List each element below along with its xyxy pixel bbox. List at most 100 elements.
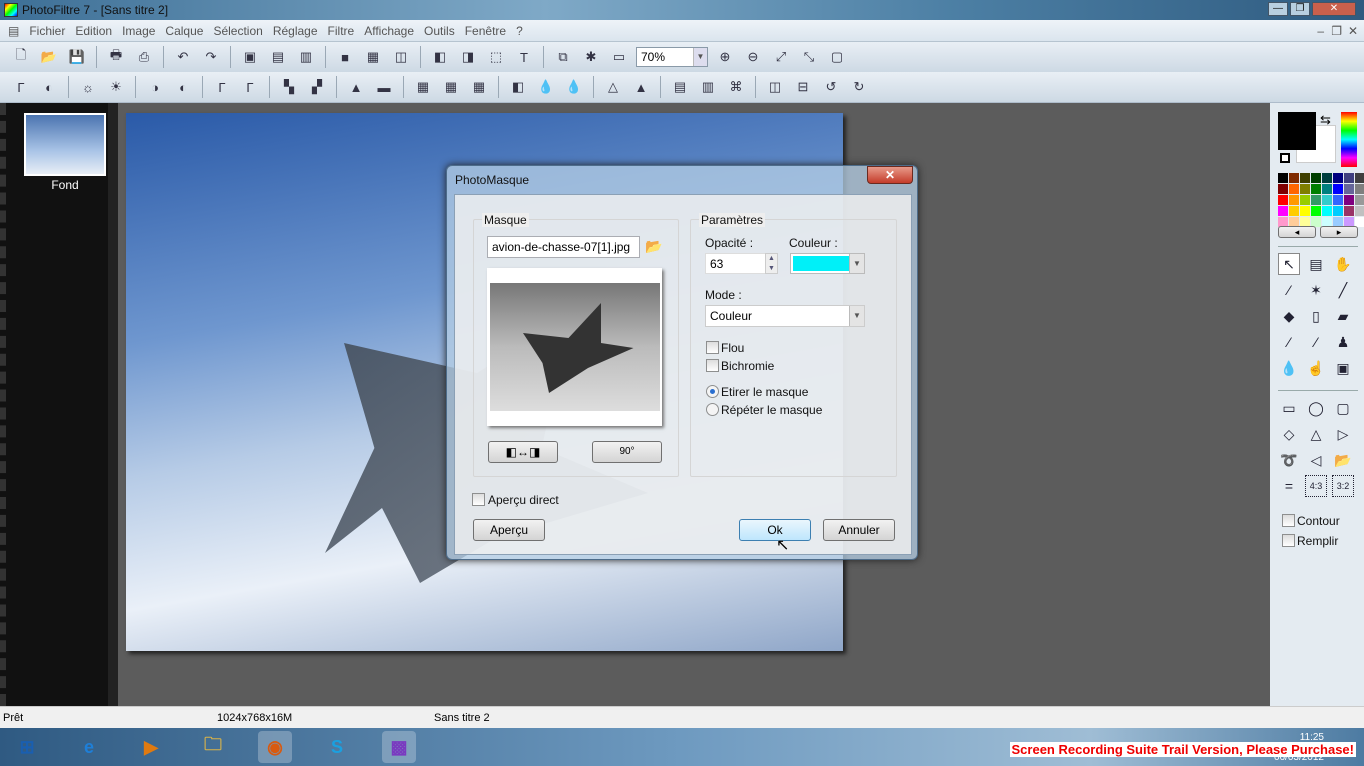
doc-minimize-button[interactable]: – bbox=[1317, 24, 1324, 38]
eyedropper-icon[interactable]: ⁄ bbox=[1278, 279, 1300, 301]
canvas-size-icon[interactable]: ◨ bbox=[457, 46, 479, 68]
palette-swatch[interactable] bbox=[1344, 195, 1354, 205]
ellipse-icon[interactable]: ◯ bbox=[1305, 397, 1327, 419]
fullscreen-icon[interactable]: ▢ bbox=[826, 46, 848, 68]
ratio-free-icon[interactable]: = bbox=[1278, 475, 1300, 497]
foreground-color-swatch[interactable] bbox=[1278, 112, 1316, 150]
mode-dropdown[interactable]: Couleur ▼ bbox=[705, 305, 865, 327]
menu-5[interactable]: Réglage bbox=[268, 20, 323, 42]
flip-v-icon[interactable]: ⊟ bbox=[792, 76, 814, 98]
ratio-43-icon[interactable]: 4:3 bbox=[1305, 475, 1327, 497]
palette-swatch[interactable] bbox=[1311, 173, 1321, 183]
repeat-mask-radio[interactable] bbox=[706, 403, 719, 416]
open-folder-icon[interactable]: 📂 bbox=[645, 238, 662, 255]
rotate-mask-button[interactable]: 90° bbox=[592, 441, 662, 463]
colors-icon[interactable]: ▦ bbox=[362, 46, 384, 68]
blur-icon[interactable]: 💧 bbox=[535, 76, 557, 98]
bichromie-checkbox[interactable] bbox=[706, 359, 719, 372]
paste-new-icon[interactable]: ▤ bbox=[267, 46, 289, 68]
invert-mask-button[interactable]: ◧↔◨ bbox=[488, 441, 558, 463]
color-spectrum[interactable] bbox=[1341, 112, 1357, 167]
eraser-icon[interactable]: ▰ bbox=[1332, 305, 1354, 327]
duplicate-icon[interactable]: ▥ bbox=[295, 46, 317, 68]
new-icon[interactable]: 🗋 bbox=[10, 46, 32, 68]
auto-contrast-icon[interactable]: ◐ bbox=[38, 76, 60, 98]
filmstrip-scrollbar[interactable] bbox=[108, 103, 118, 706]
menu-2[interactable]: Image bbox=[117, 20, 160, 42]
hand-icon[interactable]: ✋ bbox=[1332, 253, 1354, 275]
swap-colors-icon[interactable]: ⇆ bbox=[1320, 112, 1331, 128]
blur-drop-icon[interactable]: 💧 bbox=[1278, 357, 1300, 379]
opacity-spinner[interactable]: ▲ ▼ bbox=[765, 253, 778, 274]
paste-layer-icon[interactable]: ▣ bbox=[239, 46, 261, 68]
palette-swatch[interactable] bbox=[1333, 195, 1343, 205]
palette-swatch[interactable] bbox=[1355, 206, 1364, 216]
zoom-in-icon[interactable]: ⊕ bbox=[714, 46, 736, 68]
layer-thumbnail[interactable] bbox=[24, 113, 106, 176]
minimize-button[interactable]: — bbox=[1268, 2, 1288, 16]
palette-swatch[interactable] bbox=[1300, 195, 1310, 205]
magic-wand-icon[interactable]: ✶ bbox=[1305, 279, 1327, 301]
ok-button[interactable]: Ok bbox=[739, 519, 811, 541]
rectangle-icon[interactable]: ▭ bbox=[1278, 397, 1300, 419]
menu-10[interactable]: ? bbox=[511, 20, 528, 42]
sharpen-more-icon[interactable]: ▲ bbox=[630, 76, 652, 98]
fit-icon[interactable]: ⤢ bbox=[770, 46, 792, 68]
ratio-32-icon[interactable]: 3:2 bbox=[1332, 475, 1354, 497]
mona-lisa-icon[interactable]: ▣ bbox=[1332, 357, 1354, 379]
brush-icon[interactable]: ⁄ bbox=[1278, 331, 1300, 353]
palette-swatch[interactable] bbox=[1300, 173, 1310, 183]
rotate-left-icon[interactable]: ↺ bbox=[820, 76, 842, 98]
palette-swatch[interactable] bbox=[1289, 173, 1299, 183]
crop-selection-icon[interactable]: ⬚ bbox=[485, 46, 507, 68]
plugin-icon[interactable]: ✱ bbox=[580, 46, 602, 68]
undo-icon[interactable]: ↶ bbox=[172, 46, 194, 68]
gradient-icon[interactable]: ■ bbox=[334, 46, 356, 68]
layer-manager-icon[interactable]: ▤ bbox=[1305, 253, 1327, 275]
contrast-minus-icon[interactable]: ◑ bbox=[144, 76, 166, 98]
doc-restore-button[interactable]: ❐ bbox=[1331, 24, 1342, 38]
print-icon[interactable]: 🖶 bbox=[105, 46, 127, 68]
blur-checkbox[interactable] bbox=[706, 341, 719, 354]
palette-swatch[interactable] bbox=[1289, 195, 1299, 205]
color-dropdown[interactable]: ▼ bbox=[790, 253, 865, 274]
menu-4[interactable]: Sélection bbox=[208, 20, 267, 42]
rounded-rect-icon[interactable]: ▢ bbox=[1332, 397, 1354, 419]
menu-0[interactable]: Fichier bbox=[24, 20, 70, 42]
palette-swatch[interactable] bbox=[1355, 195, 1364, 205]
start-icon[interactable]: ⊞ bbox=[10, 731, 44, 763]
explorer-icon[interactable]: ⧉ bbox=[552, 46, 574, 68]
palette-swatch[interactable] bbox=[1333, 173, 1343, 183]
palette-swatch[interactable] bbox=[1289, 184, 1299, 194]
auto-levels-icon[interactable]: Γ bbox=[10, 76, 32, 98]
triangle-right-icon[interactable]: ▷ bbox=[1332, 423, 1354, 445]
diamond-icon[interactable]: ◇ bbox=[1278, 423, 1300, 445]
actual-size-icon[interactable]: ⤡ bbox=[798, 46, 820, 68]
menu-3[interactable]: Calque bbox=[160, 20, 208, 42]
brush-plus-icon[interactable]: ⁄ bbox=[1305, 331, 1327, 353]
palette-swatch[interactable] bbox=[1278, 173, 1288, 183]
stamp-icon[interactable]: ♟ bbox=[1332, 331, 1354, 353]
media-player-icon[interactable]: ▶ bbox=[134, 731, 168, 763]
contour-checkbox[interactable] bbox=[1282, 514, 1295, 527]
triangle-icon[interactable]: △ bbox=[1305, 423, 1327, 445]
maximize-button[interactable]: ❐ bbox=[1290, 2, 1310, 16]
zoom-out-icon[interactable]: ⊖ bbox=[742, 46, 764, 68]
open-shape-icon[interactable]: 📂 bbox=[1332, 449, 1354, 471]
doc-menu-icon[interactable]: ▤ bbox=[0, 20, 24, 42]
select-arrow-icon[interactable]: ↖ bbox=[1278, 253, 1300, 275]
grid-gray-icon[interactable]: ▦ bbox=[412, 76, 434, 98]
reset-colors-icon[interactable] bbox=[1280, 153, 1290, 163]
rgb-icon[interactable]: ▬ bbox=[373, 76, 395, 98]
palette-next-button[interactable]: ▸ bbox=[1320, 226, 1358, 238]
brightness-minus-icon[interactable]: ☼ bbox=[77, 76, 99, 98]
palette-swatch[interactable] bbox=[1311, 195, 1321, 205]
palette-swatch[interactable] bbox=[1355, 173, 1364, 183]
palette-swatch[interactable] bbox=[1322, 173, 1332, 183]
polygon-lasso-icon[interactable]: ◁ bbox=[1305, 449, 1327, 471]
rotate-right-icon[interactable]: ↻ bbox=[848, 76, 870, 98]
blur-more-icon[interactable]: 💧 bbox=[563, 76, 585, 98]
image-size-icon[interactable]: ◧ bbox=[429, 46, 451, 68]
palette-swatch[interactable] bbox=[1289, 206, 1299, 216]
flip-h-icon[interactable]: ◫ bbox=[764, 76, 786, 98]
